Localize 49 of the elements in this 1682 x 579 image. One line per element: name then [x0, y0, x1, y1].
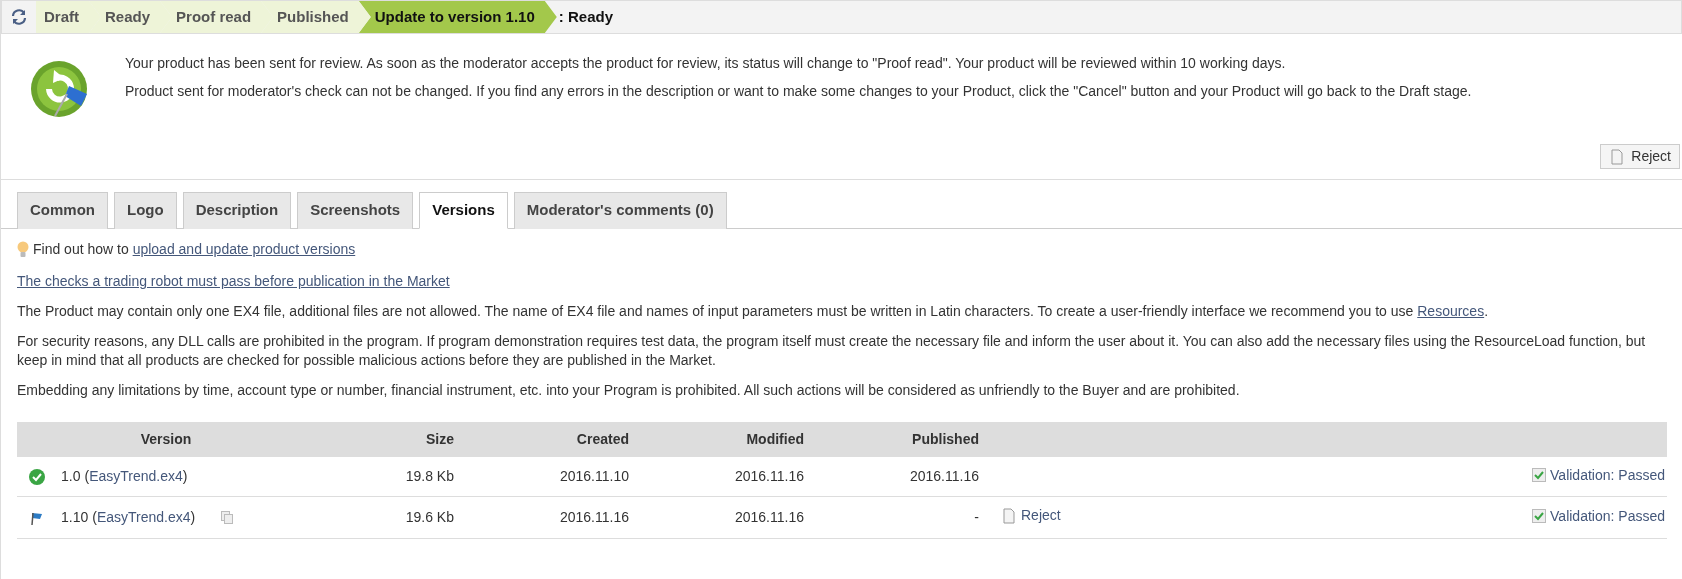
table-cell: 19.6 Kb [271, 496, 454, 538]
table-cell: 2016.11.10 [454, 456, 629, 497]
column-header: Modified [629, 421, 804, 457]
link[interactable]: The checks a trading robot must pass before publication in the Market [17, 272, 450, 289]
paragraph: Embedding any limitations by time, account type or number, financial instrument, etc. into your Program is prohibited. All such actions will be considered as unfriendly to the Buyer and are prohibited. [17, 380, 1241, 400]
paragraph: The Product may contain only one EX4 file, additional files are not allowed. The name of EX4 file and names of input parameters must be written in Latin characters. To create a user-friendly interface we recommend you to use Resources. [17, 301, 1490, 321]
table-cell: - [804, 496, 979, 538]
tab[interactable]: Versions [419, 192, 508, 229]
parenthesis: ) [190, 507, 196, 527]
validation-link[interactable]: Validation: Passed [1532, 505, 1665, 527]
validation-link[interactable]: Validation: Passed [1532, 464, 1665, 486]
checkbox-icon [1532, 468, 1547, 482]
table-cell: 2016.11.16 [454, 496, 629, 538]
paragraph: For security reasons, any DLL calls are prohibited in the program. If program demonstration requires test data, the program itself must create the necessary file and inform the user about it. You can also add the necessary files using the ResourceLoad function, but keep in mind that all products are checked for possible malicious actions before they are published in the Market. [17, 331, 1647, 370]
tab[interactable]: Description [182, 192, 292, 229]
file-link[interactable]: EasyTrend.ex4 [96, 506, 191, 528]
version-text: 1.0 [61, 466, 81, 486]
status-step: Update to version 1.10 [358, 1, 557, 33]
notice-text: Your product has been sent for review. As soon as the moderator accepts the product for review, its status will change to "Proof read". Your product will be reviewed within 10 working days. [125, 54, 1287, 73]
notice-text: Product sent for moderator's check can not be changed. If you find any errors in the description or want to make some changes to your Product, click the "Cancel" button and your Product will go back to the Draft stage. [125, 82, 1473, 101]
table-cell: 2016.11.16 [629, 456, 804, 497]
refresh-icon[interactable] [10, 8, 28, 26]
parenthesis: ( [84, 466, 90, 486]
version-text: 1.10 [61, 507, 89, 527]
tab[interactable]: Screenshots [297, 192, 414, 229]
table-cell: 2016.11.16 [804, 456, 979, 497]
hint-text: Find out how to upload and update product versions [33, 239, 356, 259]
link[interactable]: upload and update product versions [132, 240, 356, 257]
checkbox-icon [1532, 509, 1547, 523]
flag-icon [29, 510, 45, 527]
reject-link[interactable]: Reject [1001, 505, 1061, 526]
tab[interactable]: Moderator's comments (0) [513, 192, 727, 229]
document-icon [1609, 148, 1626, 165]
tab[interactable]: Logo [114, 192, 177, 229]
table-cell: 19.8 Kb [271, 456, 454, 497]
column-header: Created [454, 421, 629, 457]
parenthesis: ( [92, 507, 97, 527]
status-step: Draft [36, 1, 101, 33]
check-circle-icon [29, 469, 45, 486]
tab[interactable]: Common [17, 192, 108, 229]
column-header: Size [271, 421, 454, 457]
document-icon [1001, 507, 1017, 524]
file-link[interactable]: EasyTrend.ex4 [89, 465, 183, 487]
column-header: Published [804, 421, 979, 457]
column-header: Version [61, 421, 271, 457]
lightbulb-icon [17, 240, 29, 258]
reject-button[interactable]: Reject [1600, 144, 1680, 169]
table-cell: 2016.11.16 [629, 496, 804, 538]
parenthesis: ) [182, 466, 188, 486]
